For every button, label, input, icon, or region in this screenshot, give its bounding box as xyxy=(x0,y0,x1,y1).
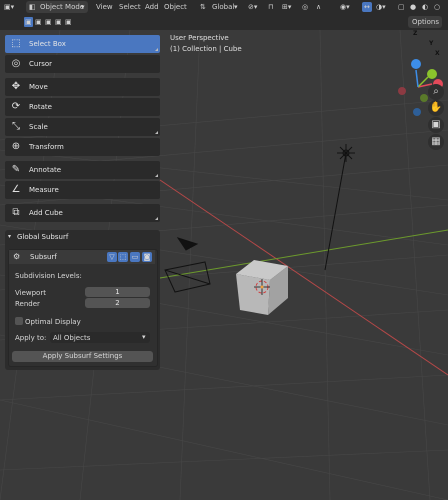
viewport-levels-label: Viewport xyxy=(15,289,46,297)
options-button[interactable]: Options xyxy=(408,16,442,28)
add-cube-icon: ⧉ xyxy=(12,207,20,218)
tool-cursor[interactable]: ◎ Cursor xyxy=(5,55,160,73)
tool-label: Rotate xyxy=(29,103,52,111)
xray-icon[interactable]: ▢ xyxy=(398,2,405,12)
tool-label: Annotate xyxy=(29,166,62,174)
tool-label: Measure xyxy=(29,186,59,194)
measure-icon: ∠ xyxy=(11,184,21,195)
proportional-edit-icon[interactable]: ◎ xyxy=(302,2,308,12)
pan-hand-icon[interactable]: ✋ xyxy=(428,100,444,116)
pivot-icon[interactable]: ⊘▾ xyxy=(248,2,257,12)
orientation-label[interactable]: Global xyxy=(212,2,234,12)
select-box-icon: ⬚ xyxy=(11,38,21,49)
menu-object[interactable]: Object xyxy=(164,2,187,12)
zoom-icon[interactable]: ⌕ xyxy=(428,84,444,100)
modifier-name: Subsurf xyxy=(30,253,57,261)
viewport-subtitle: (1) Collection | Cube xyxy=(170,45,242,53)
tool-label: Scale xyxy=(29,123,48,131)
render-levels-label: Render xyxy=(15,300,40,308)
tool-transform[interactable]: ⊕ Transform xyxy=(5,138,160,156)
render-camera-icon[interactable]: ◙ xyxy=(142,252,152,262)
tool-measure[interactable]: ∠ Measure xyxy=(5,181,160,199)
gizmo-x-label: X xyxy=(435,50,440,57)
panel-title[interactable]: Global Subsurf xyxy=(17,233,68,241)
edit-mode-icon[interactable]: ▽ xyxy=(107,252,117,262)
orientation-icon[interactable]: ⇅ xyxy=(200,2,206,12)
falloff-icon[interactable]: ∧ xyxy=(316,2,321,12)
gizmo-y-label: Y xyxy=(429,40,434,47)
apply-to-select[interactable]: All Objects ▾ xyxy=(50,332,150,343)
move-icon: ✥ xyxy=(11,81,21,92)
gizmo-z-label: Z xyxy=(413,30,418,37)
annotate-icon: ✎ xyxy=(11,164,21,175)
transform-icon: ⊕ xyxy=(11,141,21,152)
select-intersect-icon[interactable]: ▣ xyxy=(65,17,72,27)
menu-select[interactable]: Select xyxy=(119,2,141,12)
camera-view-icon[interactable]: ▣ xyxy=(428,117,444,133)
modifier-icon: ⚙ xyxy=(13,252,21,261)
viewport-levels-field[interactable]: 1 xyxy=(85,287,150,297)
subsurf-modifier-box xyxy=(8,249,158,367)
rotate-icon: ⟳ xyxy=(11,101,21,112)
tool-move[interactable]: ✥ Move xyxy=(5,78,160,96)
shading-material-icon[interactable]: ◐ xyxy=(422,2,428,12)
tool-label: Move xyxy=(29,83,48,91)
cage-icon[interactable]: ⬚ xyxy=(118,252,128,262)
chevron-down-icon: ▾ xyxy=(234,3,238,11)
mode-label: Object Mode xyxy=(40,3,85,11)
select-subtract-icon[interactable]: ▣ xyxy=(45,17,52,27)
shading-solid-icon[interactable]: ● xyxy=(410,2,416,12)
menu-add[interactable]: Add xyxy=(145,2,159,12)
viewport-display-icon[interactable]: ▭ xyxy=(130,252,140,262)
subdivision-levels-label: Subdivision Levels: xyxy=(15,272,82,280)
tool-scale[interactable]: ⤡ Scale xyxy=(5,118,160,136)
select-new-icon[interactable]: ▣ xyxy=(24,17,33,27)
visibility-icon[interactable]: ◉▾ xyxy=(340,2,350,12)
apply-to-value: All Objects xyxy=(53,334,91,342)
shading-rendered-icon[interactable]: ○ xyxy=(434,2,440,12)
snap-target-icon[interactable]: ⊞▾ xyxy=(282,2,291,12)
chevron-down-icon: ▾ xyxy=(142,333,146,341)
tool-label: Cursor xyxy=(29,60,53,68)
render-levels-field[interactable]: 2 xyxy=(85,298,150,308)
snap-icon[interactable]: ⊓ xyxy=(268,2,273,12)
tool-select-box[interactable]: ⬚ Select Box xyxy=(5,35,160,53)
tool-annotate[interactable]: ✎ Annotate xyxy=(5,161,160,179)
mode-selector[interactable]: ◧ Object Mode ▾ xyxy=(26,1,88,13)
select-extend-icon[interactable]: ▣ xyxy=(35,17,42,27)
overlay-icon[interactable]: ◑▾ xyxy=(376,2,386,12)
optimal-display-label: Optimal Display xyxy=(25,318,81,326)
cursor-icon: ◎ xyxy=(11,58,21,69)
gizmo-toggle-icon[interactable]: ↔ xyxy=(362,2,372,12)
apply-subsurf-button[interactable]: Apply Subsurf Settings xyxy=(12,351,153,362)
perspective-grid-icon[interactable]: ▦ xyxy=(428,134,444,150)
menu-view[interactable]: View xyxy=(96,2,113,12)
options-label: Options xyxy=(412,18,440,26)
object-mode-icon: ◧ xyxy=(29,3,36,11)
chevron-down-icon: ▾ xyxy=(81,3,85,11)
select-invert-icon[interactable]: ▣ xyxy=(55,17,62,27)
tool-label: Add Cube xyxy=(29,209,63,217)
tool-add-cube[interactable]: ⧉ Add Cube xyxy=(5,204,160,222)
tool-label: Select Box xyxy=(29,40,66,48)
tool-settings-bar: ▣ ▣ ▣ ▣ ▣ Options xyxy=(0,14,448,30)
chevron-down-icon[interactable]: ▾ xyxy=(8,233,11,240)
apply-to-label: Apply to: xyxy=(15,334,47,342)
viewport-title: User Perspective xyxy=(170,34,229,42)
apply-button-label: Apply Subsurf Settings xyxy=(42,352,123,360)
scale-icon: ⤡ xyxy=(12,121,20,132)
tool-rotate[interactable]: ⟳ Rotate xyxy=(5,98,160,116)
header-bar: ▣▾ ◧ Object Mode ▾ View Select Add Objec… xyxy=(0,0,448,14)
tool-label: Transform xyxy=(29,143,64,151)
optimal-display-checkbox[interactable] xyxy=(15,317,23,325)
editor-type-icon[interactable]: ▣▾ xyxy=(4,2,14,12)
modifier-header: ⚙ Subsurf ▽ ⬚ ▭ ◙ xyxy=(9,250,155,264)
